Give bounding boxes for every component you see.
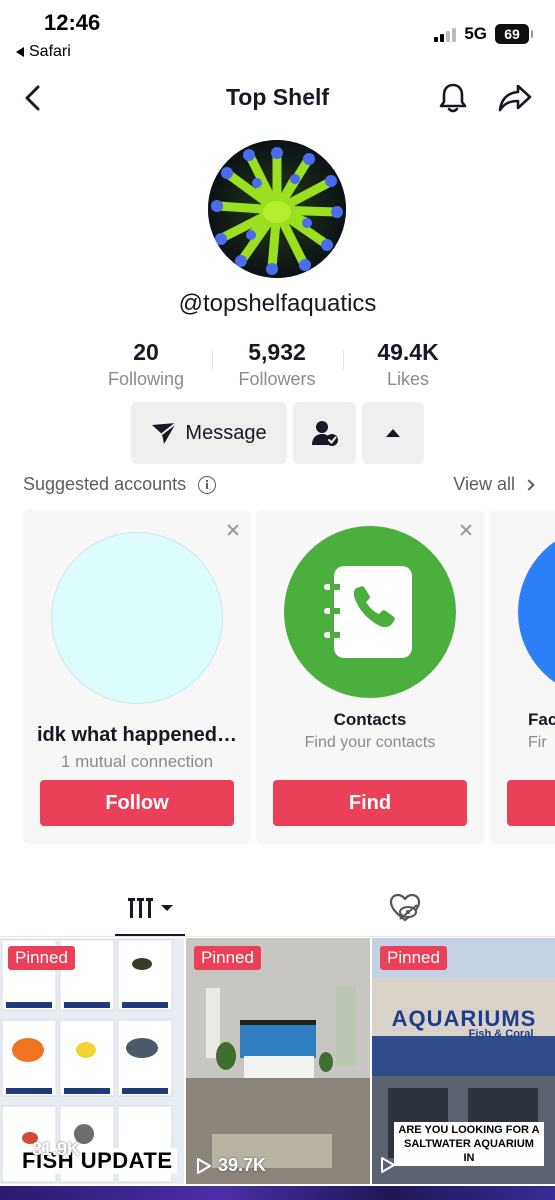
stat-likes-value: 49.4K bbox=[377, 339, 439, 365]
video-tile[interactable]: Pinned FISH UPDATE 31.9K bbox=[0, 938, 184, 1184]
stat-likes[interactable]: 49.4K Likes bbox=[348, 338, 468, 390]
suggested-subtitle: 1 mutual connection bbox=[60, 752, 214, 771]
chevron-right-icon bbox=[523, 478, 535, 491]
back-to-safari-link[interactable]: Safari bbox=[16, 43, 71, 61]
view-all-label: View all bbox=[453, 474, 515, 494]
network-type: 5G bbox=[464, 24, 487, 43]
stat-likes-label: Likes bbox=[386, 369, 430, 389]
tab-videos[interactable] bbox=[115, 888, 185, 936]
play-icon bbox=[381, 1157, 395, 1173]
contacts-book-icon bbox=[324, 566, 412, 658]
coral-avatar-image bbox=[208, 140, 346, 278]
profile-handle: @topshelfaquatics bbox=[178, 290, 377, 317]
video-views: 39.7K bbox=[196, 1155, 266, 1176]
stat-following-value: 20 bbox=[133, 339, 159, 365]
suggested-subtitle: Fir bbox=[528, 734, 547, 751]
share-icon[interactable] bbox=[496, 80, 534, 116]
stat-divider bbox=[343, 350, 344, 370]
collapse-suggestions-button[interactable] bbox=[362, 402, 424, 464]
video-tile[interactable]: Pinned 39.7K bbox=[186, 938, 370, 1184]
dismiss-close-icon[interactable] bbox=[225, 522, 241, 538]
view-all-link[interactable]: View all bbox=[453, 474, 535, 495]
pinned-badge: Pinned bbox=[194, 946, 261, 970]
back-app-label: Safari bbox=[29, 43, 71, 60]
message-button-label: Message bbox=[185, 421, 267, 444]
back-triangle-icon bbox=[16, 47, 24, 57]
follow-button[interactable]: Follow bbox=[40, 780, 234, 826]
bell-icon[interactable] bbox=[435, 80, 471, 116]
suggested-card-partial[interactable]: Fac Fir bbox=[490, 510, 555, 844]
stat-following-label: Following bbox=[107, 369, 185, 389]
video-tile[interactable]: Pinned AQUARIUMS Fish & Coral ARE YOU LO… bbox=[372, 938, 555, 1184]
status-time: 12:46 bbox=[44, 10, 101, 35]
user-check-icon bbox=[311, 421, 338, 446]
suggested-card[interactable]: idk what happened… 1 mutual connection F… bbox=[23, 510, 251, 844]
room-aquarium-thumbnail bbox=[186, 938, 370, 1184]
video-views: 31.9K bbox=[10, 1139, 80, 1160]
liked-hidden-icon[interactable] bbox=[388, 892, 422, 924]
message-button[interactable]: Message bbox=[131, 402, 287, 464]
page-title: Top Shelf bbox=[225, 84, 330, 110]
send-icon bbox=[152, 422, 178, 444]
dismiss-close-icon[interactable] bbox=[458, 522, 474, 538]
video-view-count: 31.9K bbox=[32, 1139, 81, 1159]
battery-level: 69 bbox=[504, 26, 520, 42]
stat-followers[interactable]: 5,932 Followers bbox=[217, 338, 337, 390]
pinned-badge: Pinned bbox=[380, 946, 447, 970]
status-bar: 12:46 Safari 5G 69 bbox=[0, 0, 555, 70]
caret-up-icon bbox=[386, 429, 400, 437]
next-row-thumbnails bbox=[0, 1186, 555, 1200]
suggested-name: idk what happened… bbox=[36, 724, 238, 746]
suggested-avatar[interactable] bbox=[518, 526, 555, 698]
suggested-name: Fac bbox=[528, 710, 555, 729]
signal-icon bbox=[434, 26, 457, 42]
profile-avatar[interactable] bbox=[208, 140, 346, 278]
video-views bbox=[380, 1156, 396, 1174]
store-sign-subtext: Fish & Coral bbox=[468, 1028, 534, 1040]
suggested-accounts-title: Suggested accounts bbox=[23, 474, 187, 494]
suggested-accounts-header: Suggested accounts bbox=[23, 474, 217, 495]
stat-followers-label: Followers bbox=[238, 369, 316, 389]
suggested-subtitle: Find your contacts bbox=[304, 734, 436, 751]
suggested-card-contacts[interactable]: Contacts Find your contacts Find bbox=[256, 510, 484, 844]
tabs-divider bbox=[0, 936, 555, 937]
stat-following[interactable]: 20 Following bbox=[86, 338, 206, 390]
suggested-name: Contacts bbox=[333, 710, 407, 729]
system-indicators: 5G 69 bbox=[434, 24, 533, 44]
play-icon bbox=[11, 1141, 25, 1158]
nav-bar: Top Shelf bbox=[0, 72, 555, 124]
following-status-button[interactable] bbox=[293, 402, 356, 464]
video-view-count: 39.7K bbox=[218, 1155, 267, 1175]
find-button[interactable]: Find bbox=[273, 780, 467, 826]
videos-grid-icon bbox=[128, 898, 173, 918]
suggested-cta-button[interactable] bbox=[507, 780, 555, 826]
pinned-badge: Pinned bbox=[8, 946, 75, 970]
contacts-avatar[interactable] bbox=[284, 526, 456, 698]
suggested-avatar[interactable] bbox=[51, 532, 223, 704]
play-icon bbox=[197, 1157, 211, 1174]
stat-divider bbox=[212, 350, 213, 370]
info-icon[interactable] bbox=[198, 475, 217, 494]
video-caption: ARE YOU LOOKING FOR A SALTWATER AQUARIUM… bbox=[394, 1122, 544, 1166]
battery-icon: 69 bbox=[495, 24, 533, 44]
stat-followers-value: 5,932 bbox=[248, 339, 306, 365]
